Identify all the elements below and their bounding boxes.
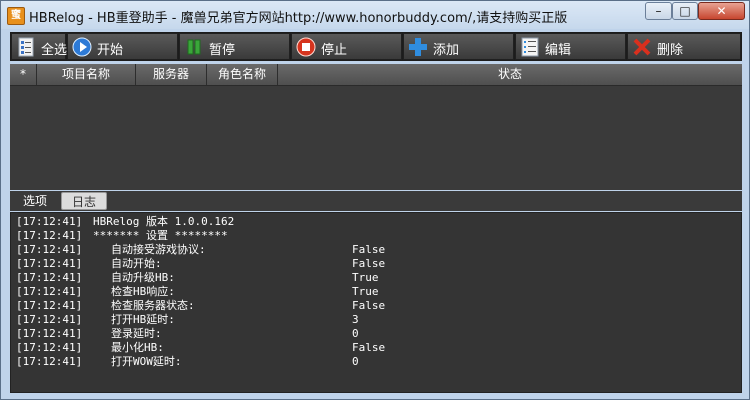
column-header-status[interactable]: 状态 bbox=[278, 64, 742, 85]
app-logo-icon: 蜜 bbox=[7, 7, 25, 25]
minimize-button[interactable]: – bbox=[645, 2, 672, 20]
log-value: False bbox=[352, 341, 386, 354]
log-value: False bbox=[352, 299, 386, 312]
log-value: 0 bbox=[352, 355, 359, 368]
log-timestamp: [17:12:41] bbox=[16, 355, 83, 368]
log-timestamp: [17:12:41] bbox=[16, 215, 83, 228]
accounts-grid[interactable]: * 项目名称 服务器 角色名称 状态 bbox=[10, 64, 742, 190]
log-timestamp: [17:12:41] bbox=[16, 271, 83, 284]
delete-x-icon bbox=[633, 38, 651, 56]
window-title: HBRelog - HB重登助手 - 魔兽兄弟官方网站http://www.ho… bbox=[29, 11, 568, 26]
log-timestamp: [17:12:41] bbox=[16, 327, 83, 340]
log-timestamp: [17:12:41] bbox=[16, 229, 83, 242]
maximize-button[interactable]: □ bbox=[672, 2, 698, 20]
log-timestamp: [17:12:41] bbox=[16, 341, 83, 354]
tab-strip: 选项 日志 bbox=[10, 191, 742, 211]
tab-log[interactable]: 日志 bbox=[61, 192, 107, 210]
log-setting-name: 自动接受游戏协议: bbox=[111, 243, 206, 256]
select-all-label: 全选 bbox=[41, 43, 68, 58]
pause-button[interactable]: 暂停 bbox=[179, 33, 290, 60]
plus-icon bbox=[409, 38, 427, 56]
app-window: 蜜 HBRelog - HB重登助手 - 魔兽兄弟官方网站http://www.… bbox=[0, 0, 750, 400]
log-setting-name: 最小化HB: bbox=[111, 341, 164, 354]
log-timestamp: [17:12:41] bbox=[16, 257, 83, 270]
column-header-server[interactable]: 服务器 bbox=[136, 64, 207, 85]
edit-list-icon bbox=[521, 37, 539, 57]
tab-options[interactable]: 选项 bbox=[13, 192, 57, 210]
log-timestamp: [17:12:41] bbox=[16, 285, 83, 298]
log-message: HBRelog 版本 1.0.0.162 bbox=[93, 215, 235, 228]
stop-icon bbox=[296, 37, 316, 57]
log-value: True bbox=[352, 271, 379, 284]
stop-label: 停止 bbox=[321, 43, 348, 58]
log-panel[interactable]: [17:12:41] HBRelog 版本 1.0.0.162 [17:12:41… bbox=[10, 212, 742, 393]
checklist-icon bbox=[18, 37, 34, 57]
log-value: True bbox=[352, 285, 379, 298]
log-value: False bbox=[352, 243, 386, 256]
log-value: 0 bbox=[352, 327, 359, 340]
pause-label: 暂停 bbox=[209, 43, 236, 58]
log-setting-name: 自动开始: bbox=[111, 257, 162, 270]
close-button[interactable]: ✕ bbox=[698, 2, 745, 20]
delete-label: 删除 bbox=[657, 43, 684, 58]
log-setting-name: 自动升级HB: bbox=[111, 271, 175, 284]
edit-button[interactable]: 编辑 bbox=[515, 33, 626, 60]
play-icon bbox=[72, 37, 92, 57]
grid-header: * 项目名称 服务器 角色名称 状态 bbox=[10, 64, 742, 86]
log-message: ******* 设置 ******** bbox=[93, 229, 228, 242]
log-setting-name: 打开WOW延时: bbox=[111, 355, 182, 368]
log-setting-name: 检查服务器状态: bbox=[111, 299, 195, 312]
column-header-select[interactable]: * bbox=[10, 64, 37, 85]
pause-icon bbox=[187, 39, 201, 55]
delete-button[interactable]: 删除 bbox=[627, 33, 741, 60]
add-button[interactable]: 添加 bbox=[403, 33, 514, 60]
toolbar: 全选 开始 暂停 停止 添加 编辑 删除 bbox=[10, 32, 742, 61]
log-timestamp: [17:12:41] bbox=[16, 299, 83, 312]
column-header-character-name[interactable]: 角色名称 bbox=[207, 64, 278, 85]
title-bar[interactable]: 蜜 HBRelog - HB重登助手 - 魔兽兄弟官方网站http://www.… bbox=[1, 1, 749, 29]
start-label: 开始 bbox=[97, 43, 124, 58]
log-setting-name: 检查HB响应: bbox=[111, 285, 175, 298]
log-value: 3 bbox=[352, 313, 359, 326]
start-button[interactable]: 开始 bbox=[67, 33, 178, 60]
log-timestamp: [17:12:41] bbox=[16, 313, 83, 326]
add-label: 添加 bbox=[433, 43, 460, 58]
log-value: False bbox=[352, 257, 386, 270]
log-timestamp: [17:12:41] bbox=[16, 243, 83, 256]
edit-label: 编辑 bbox=[545, 43, 572, 58]
column-header-project-name[interactable]: 项目名称 bbox=[37, 64, 136, 85]
log-setting-name: 打开HB延时: bbox=[111, 313, 175, 326]
stop-button[interactable]: 停止 bbox=[291, 33, 402, 60]
select-all-button[interactable]: 全选 bbox=[11, 33, 68, 60]
log-setting-name: 登录延时: bbox=[111, 327, 162, 340]
